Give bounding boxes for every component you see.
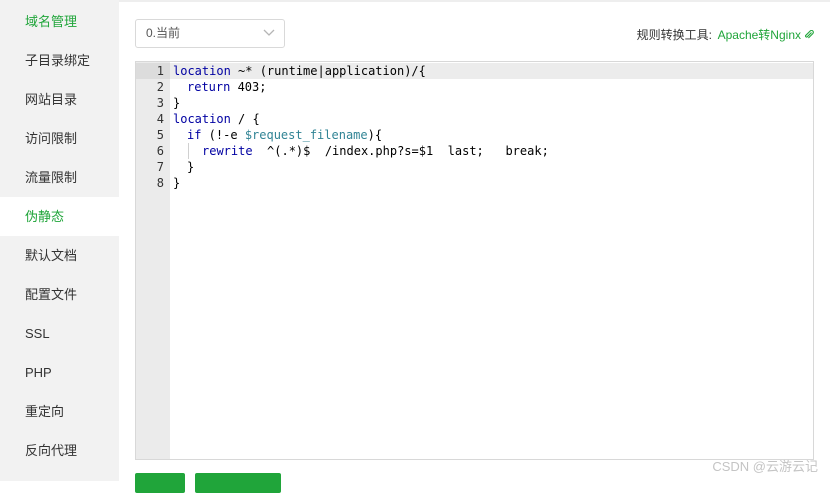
code-text: / { — [230, 112, 260, 126]
apache-to-nginx-link-text: Apache转Nginx — [717, 28, 801, 42]
code-line: location ~* (runtime|application)/{ — [173, 63, 426, 79]
sidebar-item-rewrite[interactable]: 伪静态 — [0, 197, 119, 236]
sidebar-item-default-document[interactable]: 默认文档 — [0, 236, 119, 275]
rewrite-template-select[interactable]: 0.当前 — [135, 19, 285, 48]
sidebar-item-redirect[interactable]: 重定向 — [0, 392, 119, 431]
rewrite-template-value: 0.当前 — [146, 26, 181, 40]
sidebar-item-php[interactable]: PHP — [0, 353, 119, 392]
code-text: ~* (runtime|application)/{ — [230, 64, 426, 78]
top-divider — [119, 0, 830, 2]
code-text: (!-e — [201, 128, 245, 142]
code-line: rewrite ^(.*)$ /index.php?s=$1 last; bre… — [202, 143, 549, 159]
line-number: 7 — [156, 160, 164, 174]
code-keyword: rewrite — [202, 144, 253, 158]
sidebar: 域名管理 子目录绑定 网站目录 访问限制 流量限制 伪静态 默认文档 配置文件 … — [0, 0, 119, 481]
code-line: } — [187, 160, 195, 174]
code-keyword: if — [187, 128, 202, 142]
line-number: 2 — [156, 80, 164, 94]
sidebar-item-ssl[interactable]: SSL — [0, 314, 119, 353]
sidebar-item-traffic-limit[interactable]: 流量限制 — [0, 158, 119, 197]
converter-label: 规则转换工具: — [636, 28, 712, 42]
sidebar-item-domain-management[interactable]: 域名管理 — [0, 2, 119, 41]
save-button[interactable] — [135, 473, 185, 493]
line-number: 8 — [156, 176, 164, 190]
apache-to-nginx-link[interactable]: Apache转Nginx — [718, 26, 814, 43]
line-number: 1 — [156, 64, 164, 78]
code-keyword: location — [173, 64, 231, 78]
line-number: 6 — [156, 144, 164, 158]
code-line: } — [173, 96, 181, 110]
code-keyword: location — [173, 112, 231, 126]
code-keyword: return — [187, 80, 231, 94]
code-line: } — [173, 176, 181, 190]
sidebar-item-config-file[interactable]: 配置文件 — [0, 275, 119, 314]
line-number: 3 — [156, 96, 164, 110]
sidebar-item-reverse-proxy[interactable]: 反向代理 — [0, 431, 119, 470]
code-variable: $request_filename — [244, 128, 368, 142]
watermark: CSDN @云游云记 — [712, 459, 818, 474]
code-line: location / { — [173, 111, 260, 127]
line-number: 4 — [156, 112, 164, 126]
code-line: if (!-e $request_filename){ — [187, 127, 382, 143]
link-icon — [805, 29, 814, 39]
line-number: 5 — [156, 128, 164, 142]
code-editor[interactable]: 1 2 3 4 5 6 7 8 location ~* (runtime|app… — [135, 61, 814, 460]
code-text: ){ — [367, 128, 383, 142]
indent-guide — [188, 143, 189, 159]
sidebar-item-site-directory[interactable]: 网站目录 — [0, 80, 119, 119]
sidebar-item-access-restriction[interactable]: 访问限制 — [0, 119, 119, 158]
code-text: 403; — [230, 80, 267, 94]
code-line: return 403; — [187, 79, 266, 95]
chevron-down-icon — [263, 29, 275, 36]
code-text: ^(.*)$ /index.php?s=$1 last; break; — [252, 144, 549, 158]
sidebar-item-subdirectory-binding[interactable]: 子目录绑定 — [0, 41, 119, 80]
save-as-template-button[interactable] — [195, 473, 281, 493]
